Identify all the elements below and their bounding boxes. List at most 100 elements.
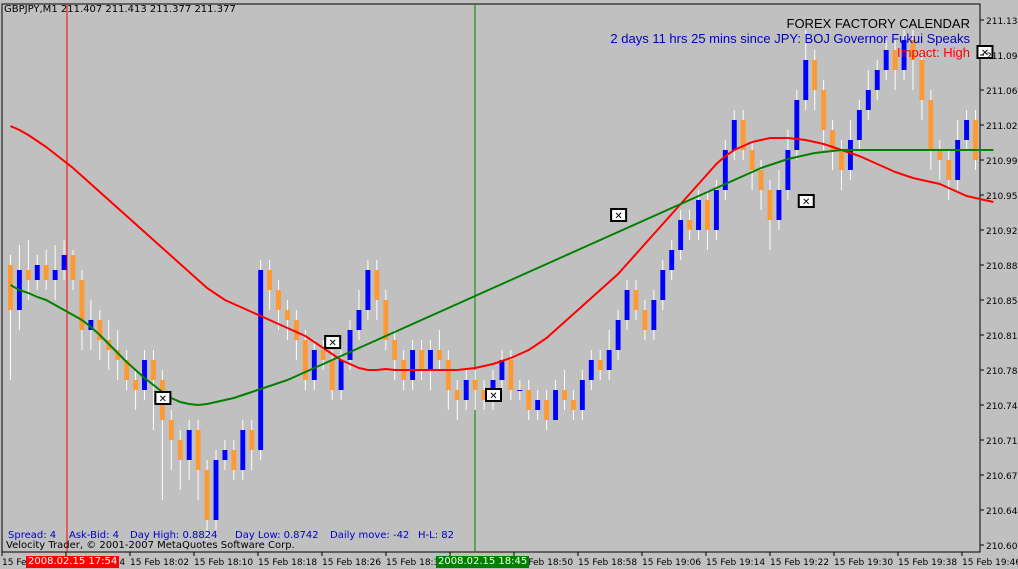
x-tick-label: 15 Feb 19:46	[962, 558, 1018, 568]
candle-body	[526, 390, 532, 410]
x-tick-label: 15 Feb 18:58	[578, 558, 637, 568]
x-tick-label: 15 Feb 18:02	[130, 558, 189, 568]
candle-body	[276, 290, 281, 310]
y-tick-label: 210.990	[986, 157, 1018, 167]
candle-body	[320, 350, 326, 360]
candle-body	[508, 360, 514, 390]
y-tick-label: 211.060	[986, 87, 1018, 97]
candle-body	[597, 360, 603, 370]
candle-body	[365, 270, 371, 310]
y-tick-label: 210.640	[986, 507, 1018, 517]
candle-body	[302, 340, 308, 380]
candle-body	[955, 140, 961, 180]
candle-body	[874, 70, 880, 90]
y-tick-label: 210.955	[986, 192, 1018, 202]
candle-body	[517, 390, 523, 391]
candle-body	[794, 100, 800, 150]
candle-body	[767, 190, 773, 220]
candle-body	[749, 150, 755, 170]
candle-body	[588, 360, 594, 380]
candle-body	[347, 330, 353, 360]
candle-body	[606, 350, 612, 370]
candle-body	[865, 90, 871, 110]
candle-body	[427, 350, 433, 370]
y-tick-label: 211.130	[986, 17, 1018, 27]
candle-body	[463, 380, 469, 400]
candle-body	[919, 60, 925, 100]
candle-body	[633, 290, 639, 310]
calendar-impact: Impact: High	[897, 45, 970, 60]
candle-body	[410, 350, 416, 380]
x-tick-label: 15 Feb 19:30	[834, 558, 893, 568]
x-tick-label: 15 Feb 18:26	[322, 558, 381, 568]
daily-move-stat: Daily move: -42	[330, 530, 410, 541]
candle-body	[642, 310, 648, 330]
news-event-glyph: ✕	[159, 394, 167, 405]
h-l-stat: H-L: 82	[418, 530, 454, 541]
candle-body	[928, 100, 934, 150]
candle-body	[150, 360, 156, 380]
candle-body	[186, 430, 192, 460]
candle-body	[168, 420, 174, 440]
candle-body	[392, 340, 398, 360]
candle-body	[249, 430, 255, 450]
price-chart[interactable]: ✕✕✕✕✕✕✕211.130211.095211.060211.025210.9…	[0, 0, 1018, 569]
candle-body	[624, 290, 630, 320]
calendar-title: FOREX FACTORY CALENDAR	[786, 16, 971, 31]
candle-body	[562, 390, 567, 400]
candle-body	[52, 270, 58, 280]
candle-body	[847, 140, 853, 170]
candle-body	[133, 380, 139, 390]
y-tick-label: 210.815	[986, 332, 1018, 342]
copyright-label: Velocity Trader, © 2001-2007 MetaQuotes …	[6, 540, 295, 551]
candle-body	[356, 310, 362, 330]
candle-body	[651, 300, 657, 330]
candle-body	[436, 350, 442, 360]
candle-body	[25, 270, 31, 280]
x-tick-label: 15 Feb 19:06	[642, 558, 701, 568]
y-tick-label: 211.025	[986, 122, 1018, 132]
candle-body	[731, 120, 737, 150]
candle-body	[776, 190, 782, 220]
candle-body	[472, 380, 478, 390]
chart-window[interactable]: ✕✕✕✕✕✕✕211.130211.095211.060211.025210.9…	[0, 0, 1018, 569]
candle-body	[285, 310, 290, 320]
news-event-glyph: ✕	[489, 391, 497, 402]
candle-body	[705, 200, 710, 230]
candle-body	[267, 270, 273, 290]
calendar-countdown: 2 days 11 hrs 25 mins since JPY: BOJ Gov…	[610, 31, 970, 46]
candle-body	[946, 160, 952, 180]
candle-body	[142, 360, 147, 390]
candle-body	[293, 320, 299, 340]
candle-body	[883, 50, 889, 70]
y-tick-label: 210.745	[986, 402, 1018, 412]
candle-body	[329, 360, 335, 390]
candle-body	[383, 300, 389, 340]
candle-body	[8, 265, 13, 310]
y-tick-label: 210.885	[986, 262, 1018, 272]
candle-body	[535, 400, 541, 410]
red-cursor-time-label: 2008.02.15 17:54	[26, 556, 120, 568]
y-tick-label: 210.850	[986, 297, 1018, 307]
candle-body	[821, 90, 827, 130]
candle-body	[43, 265, 49, 280]
candle-body	[311, 350, 317, 380]
candle-body	[61, 255, 67, 270]
candle-body	[803, 60, 809, 100]
candle-body	[937, 150, 943, 160]
candle-body	[660, 270, 666, 300]
plot-frame	[1, 3, 981, 553]
candle-body	[445, 360, 451, 390]
candle-body	[856, 110, 862, 140]
candle-body	[70, 255, 76, 280]
news-event-glyph: ✕	[802, 197, 810, 208]
candle-body	[678, 220, 684, 250]
candle-body	[195, 430, 201, 470]
x-tick-label: 15 Feb 19:38	[898, 558, 957, 568]
candle-body	[758, 170, 764, 190]
y-tick-label: 210.780	[986, 367, 1018, 377]
candle-body	[240, 430, 246, 470]
candle-body	[553, 390, 559, 420]
candle-body	[222, 450, 228, 460]
news-event-glyph: ✕	[328, 338, 336, 349]
